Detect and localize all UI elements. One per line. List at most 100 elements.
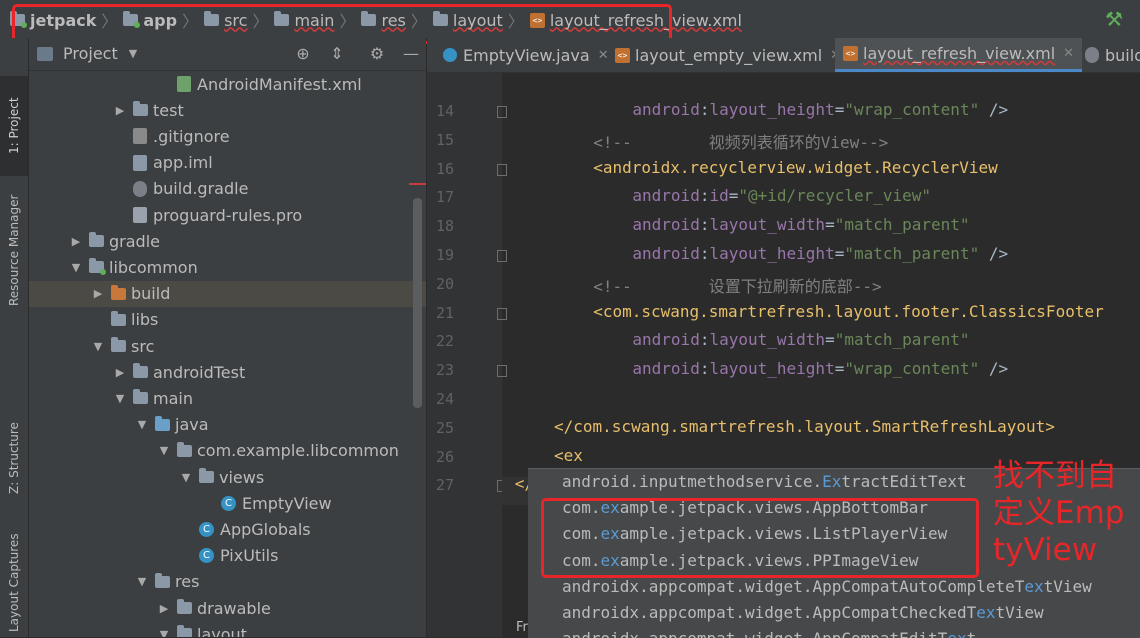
target-icon[interactable]: ⊕ [293,44,313,64]
folder-icon [133,389,148,405]
project-scrollbar[interactable] [413,198,422,408]
completion-suffix: tView [995,603,1044,622]
tree-item[interactable]: .gitignore [29,123,426,149]
expanded-arrow-icon[interactable]: ▼ [91,340,105,353]
code-token: "match_parent" [834,215,970,235]
tool-tab-structure[interactable]: Z: Structure [0,398,28,518]
hammer-icon[interactable]: ⚒ [1103,8,1125,30]
editor-tab-label: build [1105,45,1140,65]
tree-item[interactable]: ▶ drawable [29,595,426,621]
tool-tab-label: 1: Project [7,97,21,155]
line-number: 16 [435,159,454,178]
tree-item[interactable]: ▶ build [29,280,426,307]
line-number: 23 [435,361,454,380]
collapsed-arrow-icon[interactable]: ▶ [157,602,171,615]
code-line: </com.scwang.smartrefresh.layout.SmartRe… [554,417,1055,436]
code-token: android [632,215,700,235]
project-panel-title[interactable]: Project [63,44,118,63]
tree-item-label: EmptyView [242,493,332,513]
tree-item[interactable]: ▶ test [29,97,426,123]
folder-icon [133,363,148,379]
collapse-icon[interactable]: ⇕ [327,44,347,64]
code-token: </com.scwang.smartrefresh.layout.SmartRe… [554,416,1055,436]
chevron-down-icon[interactable]: ▼ [123,44,143,64]
expanded-arrow-icon[interactable]: ▼ [69,261,83,274]
line-number: 14 [435,102,454,120]
code-token: = [834,100,845,119]
tree-item[interactable]: ▶ gradle [29,228,426,254]
tool-tab-resource-manager[interactable]: Resource Manager [0,168,28,333]
collapsed-arrow-icon[interactable]: ▶ [113,104,127,117]
tree-item[interactable]: AndroidManifest.xml [29,71,426,97]
tree-item[interactable]: C PixUtils [29,543,426,569]
editor-tab[interactable]: <> layout_refresh_view.xml ✕ [835,38,1083,72]
gear-icon[interactable]: ⚙ [367,44,387,64]
folder-icon [89,232,104,248]
code-token: = [825,330,835,350]
tree-item-label: build.gradle [153,179,249,199]
tree-item[interactable]: C AppGlobals [29,516,426,542]
code-line: android:id="@+id/recycler_view" [632,186,931,205]
tree-item[interactable]: ▼ views [29,464,426,490]
fold-marker-icon[interactable] [497,307,507,320]
collapsed-arrow-icon[interactable]: ▶ [69,235,83,248]
line-number: 21 [435,303,454,322]
code-token: android [632,330,700,350]
collapsed-arrow-icon[interactable]: ▶ [91,287,105,300]
fold-marker-icon[interactable] [497,163,507,176]
editor-tab[interactable]: build [1077,38,1140,72]
code-line: android:layout_height="match_parent" /> [632,244,1008,263]
code-line: <ex [554,446,583,465]
editor-tab[interactable]: <>layout_empty_view.xml✕ [607,38,849,72]
code-line: android:layout_height="wrap_content" /> [632,100,1008,119]
tree-item[interactable]: libs [29,307,426,333]
tool-tab-layout-captures[interactable]: Layout Captures [0,528,28,638]
editor-tab-label: EmptyView.java [463,45,590,65]
fold-marker-icon[interactable] [497,106,507,118]
editor-tab[interactable]: EmptyView.java ✕ [435,38,617,72]
gradle-icon [133,180,147,197]
completion-item[interactable]: androidx.appcompat.widget.AppCompatEditT… [528,626,1140,638]
folder-icon [155,572,170,588]
expanded-arrow-icon[interactable]: ▼ [179,471,193,484]
tool-tab-project[interactable]: 1: Project [0,76,28,176]
close-icon[interactable]: ✕ [1063,46,1074,61]
tree-item[interactable]: ▼ java [29,412,426,438]
code-line: <!-- 设置下拉刷新的底部--> [593,273,882,297]
folder-icon [111,310,126,326]
tree-item[interactable]: C EmptyView [29,490,426,516]
tool-tab-label: Z: Structure [7,422,21,494]
code-line: android:layout_width="match_parent" [632,215,969,234]
folder-icon [133,101,148,117]
tree-item[interactable]: ▶ androidTest [29,359,426,385]
tree-item[interactable]: ▼ com.example.libcommon [29,438,426,464]
minimize-icon[interactable]: — [401,44,421,64]
code-token: <!-- 设置下拉刷新的底部--> [593,276,882,296]
expanded-arrow-icon[interactable]: ▼ [113,392,127,405]
tree-item[interactable]: ▼ res [29,569,426,595]
line-number: 26 [435,447,454,466]
code-token: layout_width [709,330,826,350]
fold-marker-icon[interactable] [497,365,507,378]
tree-item[interactable]: ▼ layout [29,621,426,637]
tree-item-label: AppGlobals [220,519,311,539]
tree-item[interactable]: proguard-rules.pro [29,202,426,228]
tree-item[interactable]: ▼ main [29,385,426,411]
tree-item-label: libcommon [109,257,198,277]
tree-item-label: androidTest [153,362,246,382]
tree-item[interactable]: build.gradle [29,176,426,202]
tree-item[interactable]: ▼ src [29,333,426,359]
expanded-arrow-icon[interactable]: ▼ [135,418,149,431]
tree-item[interactable]: ▼ libcommon [29,254,426,280]
expanded-arrow-icon[interactable]: ▼ [157,444,171,457]
folder-icon [199,468,214,483]
expanded-arrow-icon[interactable]: ▼ [135,575,149,588]
fold-marker-icon[interactable] [497,250,507,262]
completion-item[interactable]: androidx.appcompat.widget.AppCompatCheck… [528,600,1140,626]
expanded-arrow-icon[interactable]: ▼ [157,628,171,637]
excluded-folder-icon [111,284,126,300]
tree-item[interactable]: app.iml [29,150,426,176]
collapsed-arrow-icon[interactable]: ▶ [113,366,127,379]
project-panel: Project ▼ ⊕ ⇕ ⚙ — AndroidManifest.xml ▶ te… [29,38,426,637]
folder-icon [111,337,126,352]
